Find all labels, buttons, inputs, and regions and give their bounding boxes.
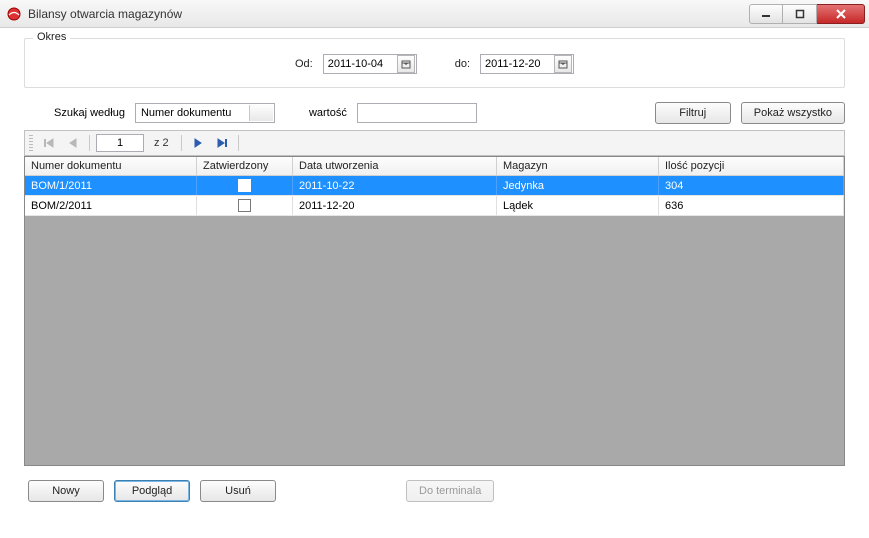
page-total: z 2 xyxy=(148,137,175,149)
separator xyxy=(238,135,239,151)
calendar-icon[interactable] xyxy=(397,55,415,73)
from-label: Od: xyxy=(295,58,313,70)
checkbox-icon xyxy=(238,179,251,192)
period-groupbox: Okres Od: do: xyxy=(24,38,845,88)
grip-icon xyxy=(29,135,33,151)
next-page-button[interactable] xyxy=(188,133,208,153)
table-row[interactable]: BOM/1/2011 2011-10-22Jedynka304 xyxy=(25,176,844,196)
close-button[interactable] xyxy=(817,4,865,24)
cell-date: 2011-10-22 xyxy=(293,176,497,195)
prev-page-button[interactable] xyxy=(63,133,83,153)
new-button[interactable]: Nowy xyxy=(28,480,104,502)
app-icon xyxy=(6,6,22,22)
last-page-button[interactable] xyxy=(212,133,232,153)
delete-button[interactable]: Usuń xyxy=(200,480,276,502)
search-value-input[interactable] xyxy=(357,103,477,123)
minimize-button[interactable] xyxy=(749,4,783,24)
separator xyxy=(89,135,90,151)
search-value-label: wartość xyxy=(309,107,347,119)
from-date-input[interactable] xyxy=(324,58,396,70)
cell-mag: Jedynka xyxy=(497,176,659,195)
cell-mag: Lądek xyxy=(497,196,659,215)
filter-button[interactable]: Filtruj xyxy=(655,102,731,124)
search-by-combo[interactable]: Numer dokumentu xyxy=(135,103,275,123)
show-all-button[interactable]: Pokaż wszystko xyxy=(741,102,845,124)
chevron-down-icon[interactable] xyxy=(249,105,273,121)
col-header-ok[interactable]: Zatwierdzony xyxy=(197,157,293,175)
col-header-doc[interactable]: Numer dokumentu xyxy=(25,157,197,175)
grid-header: Numer dokumentu Zatwierdzony Data utworz… xyxy=(25,157,844,176)
paginator: z 2 xyxy=(24,130,845,156)
to-date-input[interactable] xyxy=(481,58,553,70)
search-by-value: Numer dokumentu xyxy=(136,107,250,119)
window-title: Bilansy otwarcia magazynów xyxy=(28,7,743,21)
calendar-icon[interactable] xyxy=(554,55,572,73)
to-datepicker[interactable] xyxy=(480,54,574,74)
col-header-qty[interactable]: Ilość pozycji xyxy=(659,157,844,175)
search-row: Szukaj według Numer dokumentu wartość Fi… xyxy=(24,100,845,124)
cell-doc: BOM/2/2011 xyxy=(25,196,197,215)
table-row[interactable]: BOM/2/2011 2011-12-20Lądek636 xyxy=(25,196,844,216)
maximize-button[interactable] xyxy=(783,4,817,24)
cell-qty: 304 xyxy=(659,176,844,195)
preview-button[interactable]: Podgląd xyxy=(114,480,190,502)
page-input[interactable] xyxy=(96,134,144,152)
cell-ok xyxy=(197,196,293,215)
from-datepicker[interactable] xyxy=(323,54,417,74)
to-label: do: xyxy=(455,58,470,70)
titlebar: Bilansy otwarcia magazynów xyxy=(0,0,869,28)
col-header-mag[interactable]: Magazyn xyxy=(497,157,659,175)
period-legend: Okres xyxy=(33,31,70,43)
separator xyxy=(181,135,182,151)
bottom-toolbar: Nowy Podgląd Usuń Do terminala xyxy=(24,466,845,502)
cell-qty: 636 xyxy=(659,196,844,215)
cell-doc: BOM/1/2011 xyxy=(25,176,197,195)
checkbox-icon xyxy=(238,199,251,212)
cell-date: 2011-12-20 xyxy=(293,196,497,215)
cell-ok xyxy=(197,176,293,195)
first-page-button[interactable] xyxy=(39,133,59,153)
col-header-date[interactable]: Data utworzenia xyxy=(293,157,497,175)
to-terminal-button: Do terminala xyxy=(406,480,494,502)
data-grid[interactable]: Numer dokumentu Zatwierdzony Data utworz… xyxy=(24,156,845,466)
search-by-label: Szukaj według xyxy=(54,107,125,119)
